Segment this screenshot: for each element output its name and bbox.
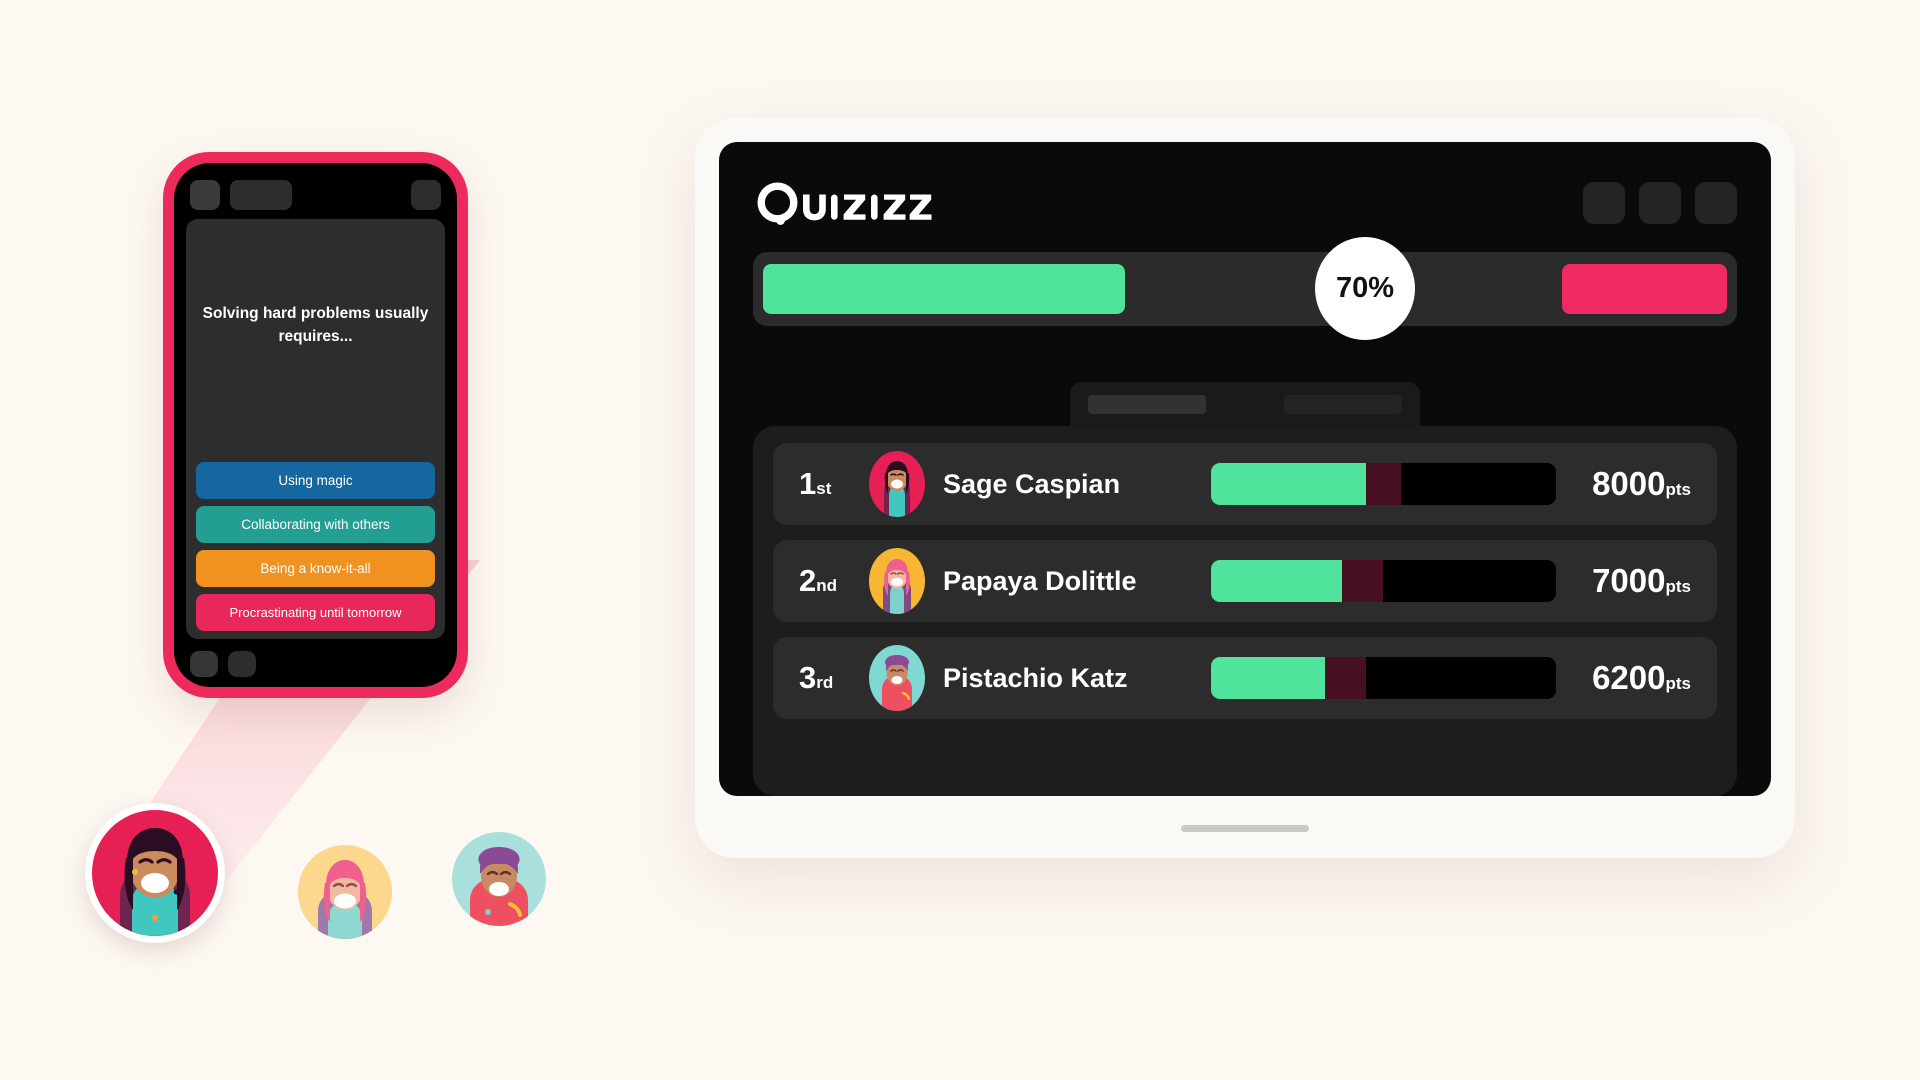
- score-bar-secondary: [1342, 560, 1384, 602]
- avatar: [869, 451, 925, 517]
- player-score-bar: [1211, 560, 1556, 602]
- score-bar-secondary: [1366, 463, 1401, 505]
- home-indicator: [1181, 825, 1309, 832]
- score-unit: pts: [1665, 674, 1692, 693]
- player-avatar-3[interactable]: [452, 832, 546, 926]
- phone-screen: Solving hard problems usually requires..…: [174, 163, 457, 687]
- table-row[interactable]: 1st Sage Caspian 8000pts: [773, 443, 1717, 525]
- header-button-1[interactable]: [1583, 182, 1625, 224]
- phone-skeleton-pill: [190, 651, 218, 677]
- table-row[interactable]: 2nd Papaya Dolittle 7000pts: [773, 540, 1717, 622]
- phone-skeleton-rect: [230, 180, 292, 210]
- rank-suffix: rd: [816, 673, 834, 692]
- percent-badge: 70%: [1315, 237, 1415, 340]
- phone-question-card: Solving hard problems usually requires..…: [186, 219, 445, 639]
- score-bar-fill: [1211, 560, 1343, 602]
- quizizz-logo: [753, 180, 953, 226]
- vote-bar-correct: [763, 264, 1125, 314]
- player-rank: 3rd: [799, 660, 851, 696]
- tab-placeholder-2[interactable]: [1284, 394, 1402, 414]
- score-bar-secondary: [1324, 657, 1367, 699]
- avatar: [869, 548, 925, 614]
- tablet-screen: 70% 1st Sage Caspian 8000pts 2nd Papaya …: [719, 142, 1771, 796]
- tablet-header: [753, 172, 1737, 234]
- vote-distribution-bar: 70%: [753, 237, 1737, 340]
- featured-player-avatar[interactable]: [85, 803, 225, 943]
- rank-suffix: nd: [816, 576, 838, 595]
- phone-answer-list: Using magic Collaborating with others Be…: [196, 462, 435, 631]
- tablet-header-actions: [1583, 182, 1737, 224]
- avatar: [869, 645, 925, 711]
- rank-suffix: st: [816, 479, 832, 498]
- player-score-bar: [1211, 657, 1556, 699]
- rank-number: 3: [799, 660, 817, 695]
- player-score: 8000pts: [1592, 465, 1691, 503]
- tab-placeholder-1[interactable]: [1088, 394, 1206, 414]
- vote-bar-track: [753, 252, 1737, 326]
- scene: Solving hard problems usually requires..…: [0, 0, 1920, 1080]
- tablet-device: 70% 1st Sage Caspian 8000pts 2nd Papaya …: [695, 118, 1795, 858]
- player-rank: 2nd: [799, 563, 851, 599]
- phone-skeleton-square-right: [411, 180, 441, 210]
- score-unit: pts: [1665, 480, 1692, 499]
- phone-answer-option[interactable]: Being a know-it-all: [196, 550, 435, 587]
- player-rank: 1st: [799, 466, 851, 502]
- player-name: Pistachio Katz: [943, 662, 1128, 693]
- phone-bottom-bar: [186, 639, 445, 677]
- rank-number: 2: [799, 563, 817, 598]
- leaderboard: 1st Sage Caspian 8000pts 2nd Papaya Doli…: [753, 426, 1737, 796]
- player-name: Papaya Dolittle: [943, 565, 1137, 596]
- rank-number: 1: [799, 466, 817, 501]
- phone-skeleton-square: [190, 180, 220, 210]
- phone-device: Solving hard problems usually requires..…: [163, 152, 468, 698]
- score-value: 7000: [1592, 562, 1666, 599]
- player-score-bar: [1211, 463, 1556, 505]
- score-value: 8000: [1592, 465, 1666, 502]
- header-button-2[interactable]: [1639, 182, 1681, 224]
- score-bar-fill: [1211, 463, 1367, 505]
- phone-question-text: Solving hard problems usually requires..…: [202, 305, 429, 345]
- phone-skeleton-pill: [228, 651, 256, 677]
- player-score: 6200pts: [1592, 659, 1691, 697]
- score-bar-fill: [1211, 657, 1325, 699]
- vote-bar-incorrect: [1562, 264, 1727, 314]
- phone-answer-option[interactable]: Procrastinating until tomorrow: [196, 594, 435, 631]
- score-value: 6200: [1592, 659, 1666, 696]
- player-avatar-2[interactable]: [298, 845, 392, 939]
- table-row[interactable]: 3rd Pistachio Katz 6200pts: [773, 637, 1717, 719]
- phone-answer-option[interactable]: Using magic: [196, 462, 435, 499]
- phone-top-bar: [186, 177, 445, 213]
- leaderboard-tabs: [1070, 382, 1420, 426]
- score-unit: pts: [1665, 577, 1692, 596]
- player-name: Sage Caspian: [943, 468, 1121, 499]
- header-button-3[interactable]: [1695, 182, 1737, 224]
- player-score: 7000pts: [1592, 562, 1691, 600]
- phone-answer-option[interactable]: Collaborating with others: [196, 506, 435, 543]
